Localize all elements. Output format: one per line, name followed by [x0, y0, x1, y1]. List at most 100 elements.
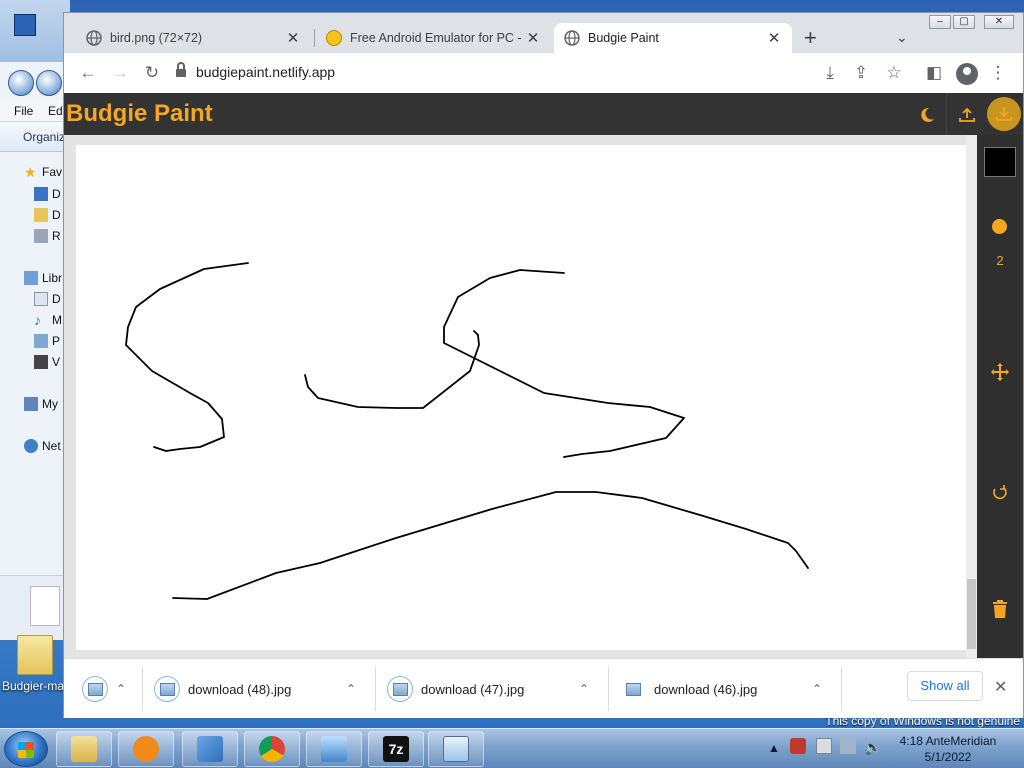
downloads-folder-icon: [34, 208, 48, 222]
tree-pictures[interactable]: P: [34, 332, 60, 350]
photo-icon: [321, 736, 347, 762]
show-all-button[interactable]: Show all: [907, 671, 983, 701]
chevron-up-icon[interactable]: ⌃: [579, 667, 589, 711]
tree-downloads[interactable]: D: [34, 206, 61, 224]
back-arrow-icon[interactable]: ←: [78, 63, 98, 83]
start-button[interactable]: [4, 731, 48, 767]
profile-avatar[interactable]: [956, 63, 978, 85]
taskbar-media-player[interactable]: [118, 731, 174, 767]
tree-libraries[interactable]: Libr: [24, 269, 62, 287]
download-filename: download (47).jpg: [421, 681, 525, 697]
desktop-icon-label: Budgier-ma: [1, 679, 65, 693]
side-panel-icon[interactable]: ◧: [924, 63, 944, 83]
back-button[interactable]: [8, 70, 34, 96]
image-file-icon: [82, 676, 108, 702]
details-pane: [0, 575, 70, 640]
clock-date: 5/1/2022: [924, 750, 972, 764]
app-title: Budgie Paint: [66, 100, 213, 127]
security-flag-icon[interactable]: [790, 738, 806, 754]
drawing-canvas[interactable]: [76, 145, 968, 650]
close-shelf-icon[interactable]: ✕: [994, 677, 1007, 697]
libraries-icon: [24, 271, 38, 285]
brush-size-value: 2: [996, 253, 1004, 268]
network-tray-icon[interactable]: [840, 738, 856, 754]
download-item-current[interactable]: ⌃: [82, 667, 142, 711]
taskbar-file-explorer[interactable]: [56, 731, 112, 767]
vertical-scroll-thumb[interactable]: [967, 579, 976, 649]
bookmark-star-icon[interactable]: ☆: [884, 63, 904, 83]
music-icon: ♪: [34, 312, 41, 328]
taskbar-notepad[interactable]: [428, 731, 484, 767]
download-item-48[interactable]: download (48).jpg ⌃: [154, 667, 369, 711]
organize-button[interactable]: Organiz: [23, 130, 65, 144]
close-window-button[interactable]: ✕: [984, 15, 1014, 29]
vertical-scrollbar[interactable]: [966, 135, 977, 658]
tab-android-emulator[interactable]: Free Android Emulator for PC - D ✕: [316, 23, 551, 53]
tab-budgie-paint[interactable]: Budgie Paint ✕: [554, 23, 792, 53]
show-hidden-icons-chevron-icon[interactable]: ▲: [768, 741, 780, 755]
minimize-button[interactable]: –: [929, 15, 951, 29]
tree-recent[interactable]: R: [34, 227, 61, 245]
brush-size-dot-icon[interactable]: [992, 219, 1007, 234]
play-icon: [133, 736, 159, 762]
dark-mode-moon-icon[interactable]: [913, 102, 939, 128]
taskbar-control-panel[interactable]: [182, 731, 238, 767]
install-download-icon[interactable]: ⤓: [820, 63, 840, 83]
download-item-47[interactable]: download (47).jpg ⌃: [387, 667, 602, 711]
navigation-pane: ★ Fav D D R Libr D ♪ M P V My Net: [0, 152, 70, 572]
tree-favorites[interactable]: ★ Fav: [24, 163, 62, 181]
download-separator: [608, 667, 609, 711]
download-icon[interactable]: [987, 97, 1021, 131]
menu-edit[interactable]: Ed: [48, 104, 63, 118]
menu-file[interactable]: File: [14, 104, 33, 118]
taskbar-chrome[interactable]: [244, 731, 300, 767]
tree-computer[interactable]: My: [24, 395, 58, 413]
close-tab-icon[interactable]: ✕: [285, 29, 301, 47]
close-tab-icon[interactable]: ✕: [766, 29, 782, 47]
close-tab-icon[interactable]: ✕: [525, 29, 541, 47]
forward-arrow-icon[interactable]: →: [110, 63, 130, 83]
volume-icon[interactable]: 🔈: [864, 739, 881, 756]
chevron-up-icon[interactable]: ⌃: [812, 667, 822, 711]
reload-icon[interactable]: ↻: [142, 63, 162, 83]
maximize-button[interactable]: ▢: [953, 15, 975, 29]
upload-icon[interactable]: [954, 102, 980, 128]
tree-documents[interactable]: D: [34, 290, 61, 308]
tree-music[interactable]: ♪ M: [34, 311, 62, 329]
menu-kebab-icon[interactable]: ⋮: [988, 63, 1008, 83]
image-file-icon: [154, 676, 180, 702]
brush-color-swatch[interactable]: [984, 147, 1016, 177]
download-item-46[interactable]: download (46).jpg ⌃: [620, 667, 835, 711]
control-panel-icon: [197, 736, 223, 762]
share-icon[interactable]: ⇪: [851, 63, 871, 83]
taskbar-7zip[interactable]: 7z: [368, 731, 424, 767]
explorer-menubar: File Ed: [0, 100, 70, 122]
taskbar-photo-viewer[interactable]: [306, 731, 362, 767]
tab-search-chevron-icon[interactable]: ⌄: [896, 29, 908, 46]
tree-videos[interactable]: V: [34, 353, 60, 371]
videos-icon: [34, 355, 48, 369]
pictures-icon: [34, 334, 48, 348]
chrome-window: bird.png (72×72) ✕ Free Android Emulator…: [63, 12, 1024, 718]
action-center-icon[interactable]: [816, 738, 832, 754]
clock[interactable]: 4:18 AnteMeridian 5/1/2022: [888, 733, 1008, 765]
chevron-up-icon[interactable]: ⌃: [346, 667, 356, 711]
new-tab-button[interactable]: +: [804, 27, 817, 49]
chevron-up-icon[interactable]: ⌃: [116, 667, 126, 711]
undo-icon[interactable]: [988, 481, 1012, 505]
address-bar[interactable]: budgiepaint.netlify.app: [176, 62, 335, 80]
header-divider: [946, 93, 947, 135]
desktop-icon-budgier[interactable]: Budgier-ma: [0, 635, 70, 693]
download-filename: download (46).jpg: [654, 681, 758, 697]
network-icon: [24, 439, 38, 453]
move-icon[interactable]: [988, 360, 1012, 384]
notepad-icon: [443, 736, 469, 762]
forward-button[interactable]: [36, 70, 62, 96]
tree-network[interactable]: Net: [24, 437, 61, 455]
tree-desktop[interactable]: D: [34, 185, 61, 203]
tool-sidebar: 2: [977, 135, 1023, 658]
tab-strip: bird.png (72×72) ✕ Free Android Emulator…: [64, 13, 1023, 53]
star-icon: ★: [24, 164, 37, 180]
tab-bird-png[interactable]: bird.png (72×72) ✕: [76, 23, 311, 53]
trash-icon[interactable]: [988, 597, 1012, 621]
